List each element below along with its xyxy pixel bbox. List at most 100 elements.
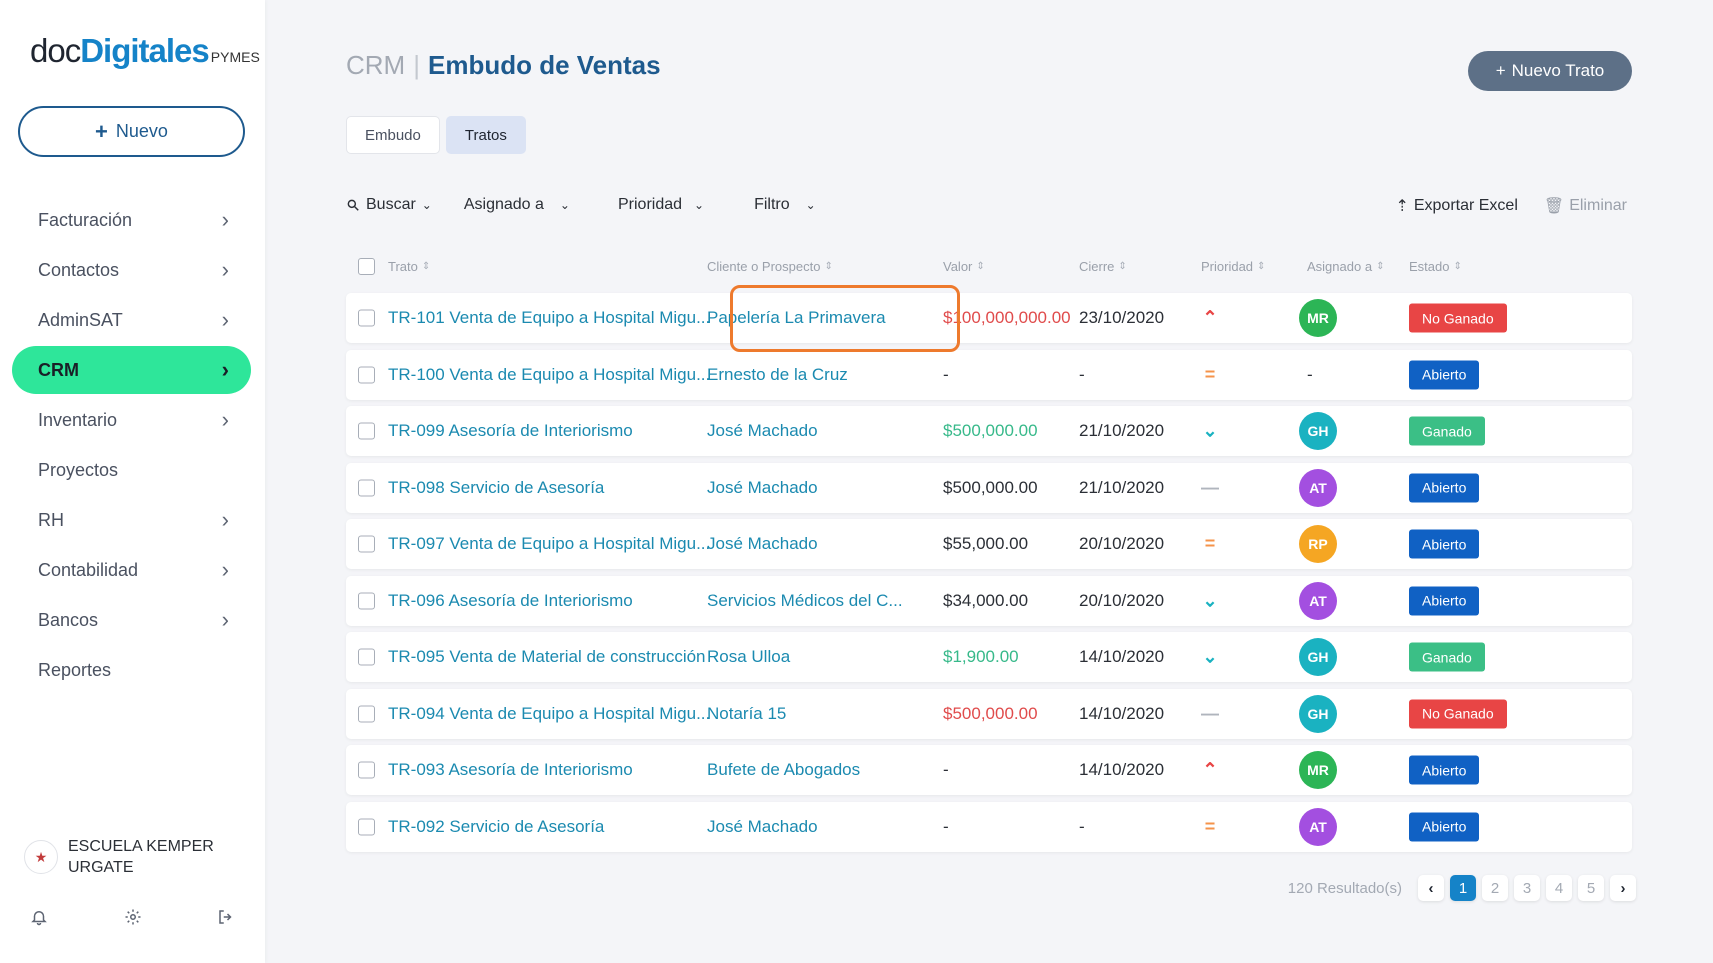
- client-link[interactable]: José Machado: [707, 421, 818, 441]
- client-link[interactable]: Servicios Médicos del C...: [707, 591, 903, 611]
- table-row[interactable]: TR-092 Servicio de Asesoría José Machado -…: [346, 801, 1632, 852]
- sidebar-item-inventario[interactable]: Inventario ›: [12, 396, 251, 444]
- column-header-priority[interactable]: Prioridad ⇕: [1201, 259, 1265, 274]
- tab-tratos[interactable]: Tratos: [445, 116, 526, 154]
- client-link[interactable]: Papelería La Primavera: [707, 308, 886, 328]
- logout-icon[interactable]: [217, 908, 235, 931]
- sidebar-item-reportes[interactable]: Reportes: [12, 646, 251, 694]
- column-header-value[interactable]: Valor ⇕: [943, 259, 985, 274]
- row-checkbox[interactable]: [358, 761, 375, 779]
- row-checkbox[interactable]: [358, 592, 375, 609]
- select-all-checkbox[interactable]: [358, 258, 375, 275]
- avatar[interactable]: GH: [1299, 638, 1337, 676]
- deal-link[interactable]: TR-099 Asesoría de Interiorismo: [388, 421, 633, 441]
- deal-value: $34,000.00: [943, 590, 1029, 610]
- row-checkbox[interactable]: [358, 479, 375, 496]
- deal-value: $55,000.00: [943, 534, 1029, 553]
- chevron-right-icon[interactable]: ›: [1610, 875, 1636, 901]
- client-link[interactable]: José Machado: [707, 478, 818, 498]
- sidebar-item-crm[interactable]: CRM ›: [12, 346, 251, 394]
- app-logo[interactable]: docDigitales PYMES: [30, 32, 260, 70]
- column-header-deal[interactable]: Trato ⇕: [388, 259, 430, 274]
- table-row[interactable]: TR-098 Servicio de Asesoría José Machado $…: [346, 462, 1632, 513]
- sidebar-item-contabilidad[interactable]: Contabilidad ›: [12, 546, 251, 594]
- deal-link[interactable]: TR-096 Asesoría de Interiorismo: [388, 591, 633, 611]
- row-checkbox[interactable]: [358, 366, 375, 383]
- delete-button[interactable]: 🗑 Eliminar: [1544, 196, 1627, 216]
- row-checkbox[interactable]: [358, 818, 375, 835]
- deal-link[interactable]: TR-092 Servicio de Asesoría: [388, 817, 604, 837]
- new-deal-button[interactable]: + Nuevo Trato: [1468, 51, 1632, 91]
- deal-link[interactable]: TR-095 Venta de Material de construcción: [388, 647, 706, 667]
- page-button[interactable]: 2: [1482, 875, 1508, 901]
- sidebar-item-rh[interactable]: RH ›: [12, 496, 251, 544]
- avatar[interactable]: AT: [1299, 581, 1337, 620]
- sidebar-item-facturaci-n[interactable]: Facturación ›: [12, 196, 251, 244]
- avatar[interactable]: AT: [1299, 468, 1337, 507]
- row-checkbox[interactable]: [358, 705, 375, 722]
- filter-dropdown[interactable]: Filtro ⌄: [754, 196, 816, 214]
- breadcrumb-root[interactable]: CRM: [346, 50, 405, 80]
- search-filter[interactable]: Buscar ⌄: [346, 196, 432, 214]
- chevron-left-icon[interactable]: ‹: [1418, 875, 1444, 901]
- page-button[interactable]: 3: [1514, 875, 1540, 901]
- priority-baja-icon: ⌄: [1202, 420, 1218, 441]
- sidebar-item-label: Bancos: [38, 609, 99, 630]
- sidebar-item-label: Facturación: [38, 209, 133, 230]
- table-row[interactable]: TR-094 Venta de Equipo a Hospital Migu..…: [346, 688, 1632, 739]
- row-checkbox[interactable]: [358, 535, 375, 553]
- bell-icon[interactable]: [30, 908, 48, 931]
- column-header-label: Trato: [388, 259, 418, 274]
- avatar[interactable]: GH: [1299, 412, 1337, 450]
- organization[interactable]: ★ ESCUELA KEMPER URGATE: [24, 836, 248, 878]
- page-button[interactable]: 1: [1450, 875, 1476, 901]
- page-button[interactable]: 4: [1546, 875, 1572, 901]
- avatar[interactable]: MR: [1299, 751, 1337, 789]
- avatar[interactable]: AT: [1299, 807, 1337, 846]
- deal-link[interactable]: TR-097 Venta de Equipo a Hospital Migu..…: [388, 534, 710, 554]
- sort-icon: ⇕: [1376, 261, 1385, 272]
- table-row[interactable]: TR-095 Venta de Material de construcción…: [346, 632, 1632, 682]
- avatar[interactable]: RP: [1299, 525, 1337, 563]
- assigned-filter[interactable]: Asignado a ⌄: [464, 196, 570, 214]
- table-row[interactable]: TR-100 Venta de Equipo a Hospital Migu..…: [346, 349, 1632, 400]
- row-checkbox[interactable]: [358, 309, 375, 327]
- column-header-close[interactable]: Cierre ⇕: [1079, 259, 1127, 274]
- export-excel-button[interactable]: ⇡ Exportar Excel: [1395, 196, 1517, 216]
- deal-link[interactable]: TR-093 Asesoría de Interiorismo: [388, 760, 633, 780]
- row-checkbox[interactable]: [358, 648, 375, 666]
- sidebar-item-bancos[interactable]: Bancos ›: [12, 596, 251, 644]
- row-checkbox[interactable]: [358, 422, 375, 440]
- table-row[interactable]: TR-099 Asesoría de Interiorismo José Mach…: [346, 406, 1632, 456]
- client-link[interactable]: Notaría 15: [707, 704, 786, 724]
- sidebar-item-proyectos[interactable]: Proyectos: [12, 446, 251, 494]
- deal-link[interactable]: TR-101 Venta de Equipo a Hospital Migu..…: [388, 308, 710, 328]
- page-button[interactable]: 5: [1578, 875, 1604, 901]
- tab-embudo[interactable]: Embudo: [346, 116, 440, 154]
- table-row[interactable]: TR-097 Venta de Equipo a Hospital Migu..…: [346, 519, 1632, 569]
- sidebar-item-adminsat[interactable]: AdminSAT ›: [12, 296, 251, 344]
- page-title: Embudo de Ventas: [427, 50, 661, 80]
- deal-link[interactable]: TR-094 Venta de Equipo a Hospital Migu..…: [388, 704, 710, 724]
- client-link[interactable]: Rosa Ulloa: [707, 647, 790, 667]
- avatar[interactable]: GH: [1299, 694, 1337, 733]
- table-row[interactable]: TR-096 Asesoría de Interiorismo Servicios…: [346, 575, 1632, 626]
- gear-icon[interactable]: [124, 908, 142, 931]
- chevron-right-icon: ›: [221, 407, 229, 432]
- client-link[interactable]: José Machado: [707, 817, 818, 837]
- column-header-state[interactable]: Estado ⇕: [1409, 259, 1462, 274]
- priority-filter[interactable]: Prioridad ⌄: [618, 196, 704, 214]
- table-row[interactable]: TR-093 Asesoría de Interiorismo Bufete de…: [346, 745, 1632, 795]
- column-header-assigned[interactable]: Asignado a ⇕: [1307, 259, 1384, 274]
- sidebar-item-contactos[interactable]: Contactos ›: [12, 246, 251, 294]
- client-link[interactable]: José Machado: [707, 534, 818, 554]
- column-header-client[interactable]: Cliente o Prospecto ⇕: [707, 259, 833, 274]
- client-link[interactable]: Ernesto de la Cruz: [707, 365, 848, 385]
- table-row[interactable]: TR-101 Venta de Equipo a Hospital Migu..…: [346, 293, 1632, 343]
- avatar[interactable]: MR: [1299, 299, 1337, 337]
- deal-link[interactable]: TR-100 Venta de Equipo a Hospital Migu..…: [388, 365, 710, 385]
- deal-value: $500,000.00: [943, 477, 1038, 497]
- deal-link[interactable]: TR-098 Servicio de Asesoría: [388, 478, 604, 498]
- client-link[interactable]: Bufete de Abogados: [707, 760, 860, 780]
- new-button[interactable]: + Nuevo: [18, 106, 245, 157]
